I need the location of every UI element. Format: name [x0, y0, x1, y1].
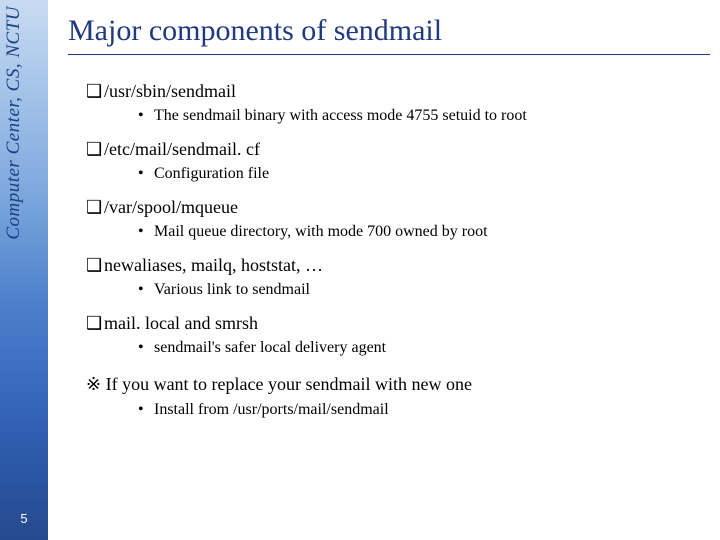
item-label: /var/spool/mqueue	[104, 197, 238, 217]
list-item: ❑/var/spool/mqueue	[86, 195, 710, 219]
subitem-text: Various link to sendmail	[154, 281, 310, 298]
title-underline	[68, 54, 710, 55]
bullet-list: ❑/usr/sbin/sendmail •The sendmail binary…	[68, 79, 710, 420]
subitem-text: Mail queue directory, with mode 700 owne…	[154, 223, 488, 240]
square-bullet-icon: ❑	[86, 79, 104, 103]
subitem-text: The sendmail binary with access mode 475…	[154, 107, 527, 124]
dot-bullet-icon: •	[138, 399, 154, 421]
list-subitem: •Mail queue directory, with mode 700 own…	[138, 221, 710, 243]
list-subitem: •The sendmail binary with access mode 47…	[138, 105, 710, 127]
item-label: mail. local and smrsh	[104, 313, 258, 333]
subitem-text: sendmail's safer local delivery agent	[154, 339, 386, 356]
list-subitem: •Configuration file	[138, 163, 710, 185]
list-subitem: •sendmail's safer local delivery agent	[138, 337, 710, 359]
item-label: /etc/mail/sendmail. cf	[104, 139, 260, 159]
org-vertical-text: Computer Center, CS, NCTU	[3, 6, 25, 240]
dot-bullet-icon: •	[138, 337, 154, 359]
dot-bullet-icon: •	[138, 221, 154, 243]
square-bullet-icon: ❑	[86, 253, 104, 277]
note-subitem: •Install from /usr/ports/mail/sendmail	[138, 399, 710, 421]
sidebar: Computer Center, CS, NCTU 5	[0, 0, 48, 540]
list-item: ❑/usr/sbin/sendmail	[86, 79, 710, 103]
list-item: ❑newaliases, mailq, hoststat, …	[86, 253, 710, 277]
subitem-text: Configuration file	[154, 165, 269, 182]
slide-content: Major components of sendmail ❑/usr/sbin/…	[68, 0, 710, 540]
square-bullet-icon: ❑	[86, 311, 104, 335]
item-label: newaliases, mailq, hoststat, …	[104, 255, 323, 275]
item-label: /usr/sbin/sendmail	[104, 81, 236, 101]
dot-bullet-icon: •	[138, 105, 154, 127]
square-bullet-icon: ❑	[86, 195, 104, 219]
dot-bullet-icon: •	[138, 163, 154, 185]
page-number: 5	[0, 511, 48, 526]
list-item: ❑mail. local and smrsh	[86, 311, 710, 335]
dot-bullet-icon: •	[138, 279, 154, 301]
page-title: Major components of sendmail	[68, 14, 710, 48]
square-bullet-icon: ❑	[86, 137, 104, 161]
list-subitem: •Various link to sendmail	[138, 279, 710, 301]
note-line: ※ If you want to replace your sendmail w…	[86, 372, 710, 396]
list-item: ❑/etc/mail/sendmail. cf	[86, 137, 710, 161]
note-sub-text: Install from /usr/ports/mail/sendmail	[154, 401, 389, 418]
